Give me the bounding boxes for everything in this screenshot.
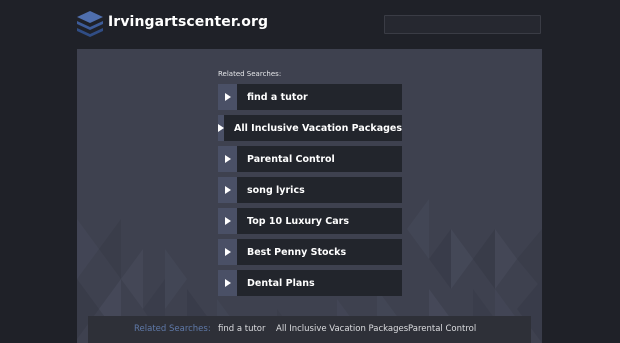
result-label: Dental Plans: [247, 277, 315, 289]
result-link[interactable]: find a tutor: [218, 84, 402, 110]
footer-link-parental-control[interactable]: Parental Control: [408, 316, 476, 343]
result-label: find a tutor: [247, 91, 308, 103]
result-label: Best Penny Stocks: [247, 246, 347, 258]
result-link[interactable]: Best Penny Stocks: [218, 239, 402, 265]
footer-link-vacation-packages[interactable]: All Inclusive Vacation Packages: [276, 316, 408, 343]
play-arrow-icon: [218, 270, 237, 296]
footer-link-find-a-tutor[interactable]: find a tutor: [218, 316, 266, 343]
site-title[interactable]: Irvingartscenter.org: [108, 14, 268, 30]
results-list: find a tutor All Inclusive Vacation Pack…: [218, 84, 402, 301]
play-arrow-icon: [218, 208, 237, 234]
result-link[interactable]: song lyrics: [218, 177, 402, 203]
header: Irvingartscenter.org: [0, 0, 620, 48]
related-searches-heading: Related Searches:: [218, 70, 282, 78]
play-arrow-icon: [218, 239, 237, 265]
play-arrow-icon: [218, 84, 237, 110]
search-input[interactable]: [384, 15, 541, 34]
result-label: Parental Control: [247, 153, 335, 165]
result-link[interactable]: All Inclusive Vacation Packages: [218, 115, 402, 141]
play-arrow-icon: [218, 115, 224, 141]
result-label: song lyrics: [247, 184, 305, 196]
result-link[interactable]: Top 10 Luxury Cars: [218, 208, 402, 234]
play-arrow-icon: [218, 146, 237, 172]
result-label: All Inclusive Vacation Packages: [234, 122, 403, 134]
footer-related-label: Related Searches:: [134, 324, 211, 334]
result-link[interactable]: Parental Control: [218, 146, 402, 172]
footer-related-bar: Related Searches: find a tutor All Inclu…: [88, 316, 531, 343]
play-arrow-icon: [218, 177, 237, 203]
result-link[interactable]: Dental Plans: [218, 270, 402, 296]
stacked-layers-icon[interactable]: [76, 9, 104, 39]
result-label: Top 10 Luxury Cars: [247, 215, 349, 227]
main-panel: Related Searches: find a tutor All Inclu…: [77, 49, 542, 343]
